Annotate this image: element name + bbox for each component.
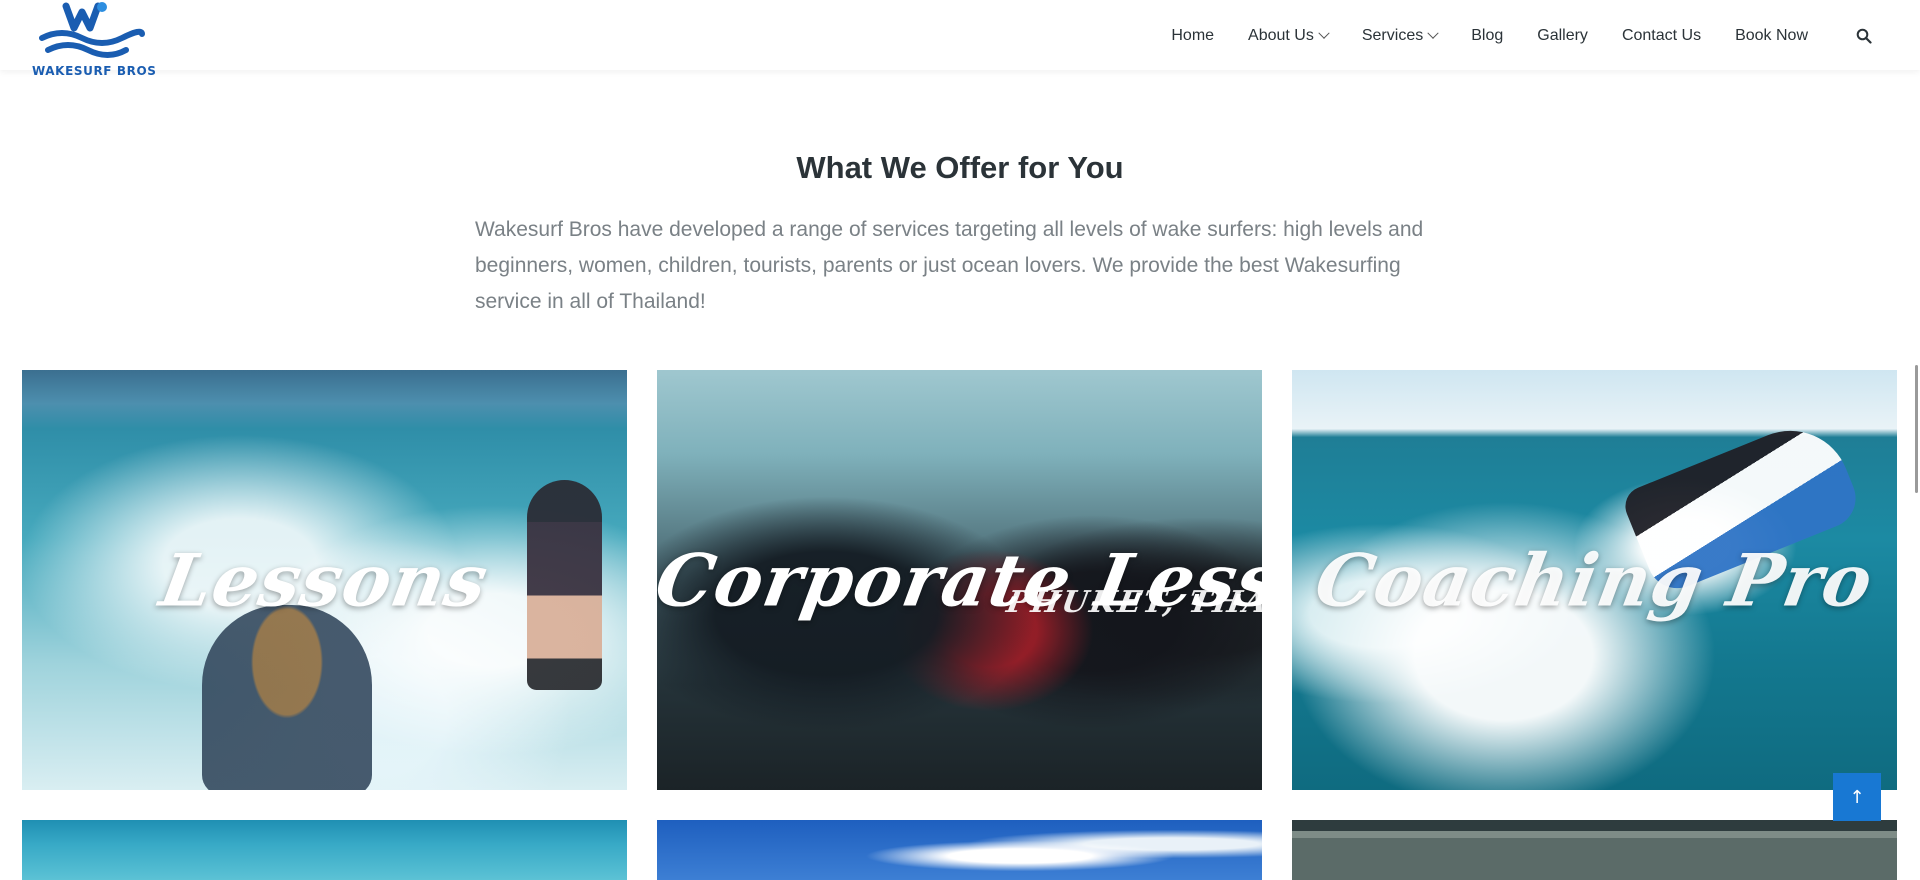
- logo[interactable]: WAKESURF BROS: [26, 0, 162, 80]
- main-nav: Home About Us Services Blog Gallery Cont…: [1171, 0, 1920, 72]
- service-card[interactable]: [22, 820, 627, 880]
- nav-about-us[interactable]: About Us: [1248, 27, 1330, 45]
- site-header: WAKESURF BROS Home About Us Services Blo…: [0, 0, 1920, 78]
- scrollbar-thumb[interactable]: [1915, 365, 1918, 493]
- section-title: What We Offer for You: [796, 150, 1124, 185]
- nav-home-label: Home: [1171, 27, 1215, 44]
- nav-services-label: Services: [1361, 27, 1424, 44]
- nav-about-us-label: About Us: [1248, 27, 1314, 44]
- nav-book-now-label: Book Now: [1735, 27, 1808, 44]
- scroll-to-top-button[interactable]: ↑: [1833, 773, 1881, 821]
- card-photo-caption: PHUKET, THAILA: [1003, 585, 1262, 620]
- card-title: Coaching Pro: [1309, 537, 1880, 623]
- nav-home[interactable]: Home: [1171, 27, 1214, 45]
- card-photo-instructor: [202, 605, 372, 790]
- card-title: Lessons: [154, 537, 495, 623]
- section-description: Wakesurf Bros have developed a range of …: [475, 218, 1424, 313]
- nav-blog[interactable]: Blog: [1471, 27, 1503, 45]
- logo-waves-icon: [39, 2, 145, 58]
- nav-blog-label: Blog: [1471, 27, 1504, 44]
- nav-services[interactable]: Services: [1361, 27, 1439, 45]
- service-card[interactable]: [1292, 820, 1897, 880]
- nav-gallery-label: Gallery: [1537, 27, 1588, 44]
- search-button[interactable]: [1852, 24, 1876, 48]
- nav-contact-us-label: Contact Us: [1621, 27, 1702, 44]
- service-card[interactable]: [657, 820, 1262, 880]
- chevron-down-icon: [1427, 27, 1439, 39]
- search-icon: [1856, 28, 1872, 44]
- service-card-corporate-lessons[interactable]: Corporate Lessons PHUKET, THAILA: [657, 370, 1262, 790]
- logo-text: WAKESURF BROS: [32, 64, 157, 78]
- arrow-up-icon: ↑: [1849, 786, 1865, 808]
- service-card-coaching-pro[interactable]: Coaching Pro: [1292, 370, 1897, 790]
- chevron-down-icon: [1318, 27, 1330, 39]
- nav-gallery[interactable]: Gallery: [1537, 27, 1588, 45]
- nav-book-now[interactable]: Book Now: [1735, 27, 1808, 45]
- nav-contact-us[interactable]: Contact Us: [1622, 27, 1701, 45]
- service-card-lessons[interactable]: Lessons: [22, 370, 627, 790]
